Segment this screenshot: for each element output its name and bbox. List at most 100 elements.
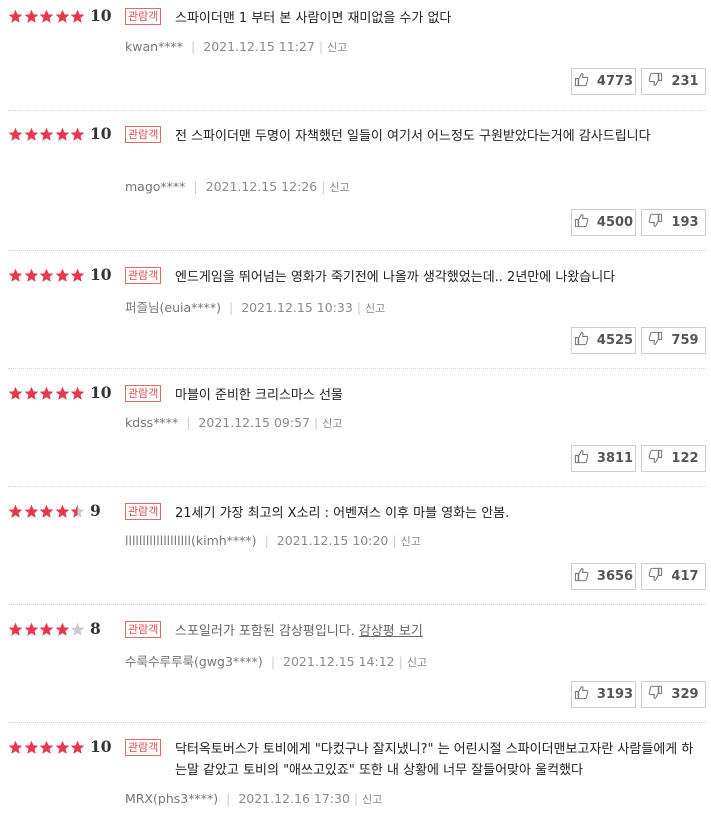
star-icon xyxy=(24,622,39,637)
report-link[interactable]: 신고 xyxy=(327,41,347,54)
star-icon xyxy=(24,268,39,283)
star-icon xyxy=(24,127,39,142)
star-icon xyxy=(55,622,70,637)
meta-divider: | xyxy=(318,39,324,54)
viewer-badge: 관람객 xyxy=(125,621,162,638)
review-date: 2021.12.15 11:27 xyxy=(203,39,315,54)
review-score: 10 xyxy=(90,6,112,25)
thumbs-up-icon xyxy=(574,72,597,91)
thumbs-up-icon xyxy=(574,685,597,704)
star-icon xyxy=(55,386,70,401)
star-icon xyxy=(70,127,85,142)
review-meta: 퍼즐님(euia****) | 2021.12.15 10:33 | 신고 xyxy=(125,297,385,316)
viewer-badge: 관람객 xyxy=(125,126,162,143)
dislike-button[interactable]: 759 xyxy=(641,327,706,354)
star-icon xyxy=(24,740,39,755)
report-link[interactable]: 신고 xyxy=(362,793,382,806)
review-divider xyxy=(8,486,706,487)
like-count: 4525 xyxy=(596,333,634,348)
review-meta: kwan**** | 2021.12.15 11:27 | 신고 xyxy=(125,39,347,55)
review-text: 닥터옥토버스가 토비에게 "다컸구나 잘지냈니?" 는 어린시절 스파이더맨보고… xyxy=(175,742,694,778)
report-link[interactable]: 신고 xyxy=(407,656,427,669)
review-score: 9 xyxy=(90,501,101,520)
meta-divider: | xyxy=(229,300,234,315)
thumbs-down-icon xyxy=(648,331,671,350)
star-rating xyxy=(8,126,86,142)
thumbs-up-icon xyxy=(574,213,597,232)
viewer-badge: 관람객 xyxy=(125,503,162,520)
review-user: kdss**** xyxy=(125,415,179,430)
star-icon xyxy=(8,740,23,755)
star-rating xyxy=(8,385,86,401)
vote-buttons: 3811 122 xyxy=(571,445,706,472)
like-button[interactable]: 4500 xyxy=(571,209,636,236)
star-rating xyxy=(8,503,86,519)
star-icon xyxy=(70,504,85,519)
review-divider xyxy=(8,368,706,369)
thumbs-up-icon xyxy=(574,567,597,586)
like-button[interactable]: 4525 xyxy=(571,327,636,354)
review-meta: kdss**** | 2021.12.15 09:57 | 신고 xyxy=(125,415,342,431)
review-score: 10 xyxy=(90,383,112,402)
meta-divider: | xyxy=(270,654,276,669)
like-count: 3656 xyxy=(596,569,634,584)
star-icon xyxy=(8,386,23,401)
star-icon xyxy=(24,386,39,401)
dislike-count: 193 xyxy=(671,215,699,230)
thumbs-up-icon xyxy=(574,331,597,350)
dislike-button[interactable]: 122 xyxy=(641,445,706,472)
like-button[interactable]: 3193 xyxy=(571,681,636,708)
review-divider xyxy=(8,604,706,605)
star-icon xyxy=(55,268,70,283)
star-icon xyxy=(39,386,54,401)
report-link[interactable]: 신고 xyxy=(322,417,342,430)
star-icon xyxy=(8,622,23,637)
review-meta: MRX(phs3****) | 2021.12.16 17:30 | 신고 xyxy=(125,791,382,807)
report-link[interactable]: 신고 xyxy=(401,535,421,548)
dislike-button[interactable]: 193 xyxy=(641,209,706,236)
like-button[interactable]: 3811 xyxy=(571,445,636,472)
review-text: 전 스파이더맨 두명이 자책했던 일들이 여기서 어느정도 구원받았다는거에 감… xyxy=(175,129,651,144)
dislike-button[interactable]: 231 xyxy=(641,68,706,95)
viewer-badge: 관람객 xyxy=(125,267,162,284)
review-score: 10 xyxy=(90,737,112,756)
star-icon xyxy=(39,504,54,519)
dislike-count: 329 xyxy=(671,687,699,702)
meta-divider: | xyxy=(392,533,397,548)
star-icon xyxy=(8,9,23,24)
meta-divider: | xyxy=(321,179,326,194)
viewer-badge: 관람객 xyxy=(125,385,162,402)
dislike-button[interactable]: 417 xyxy=(641,563,706,590)
like-count: 3811 xyxy=(596,451,634,466)
meta-divider: | xyxy=(398,654,403,669)
star-icon xyxy=(8,268,23,283)
star-icon xyxy=(39,268,54,283)
meta-divider: | xyxy=(186,415,191,430)
star-icon xyxy=(55,504,70,519)
star-icon xyxy=(8,127,23,142)
thumbs-down-icon xyxy=(648,685,671,704)
review-divider xyxy=(8,110,706,111)
review-date: 2021.12.15 14:12 xyxy=(283,654,395,669)
viewer-badge: 관람객 xyxy=(125,739,162,756)
star-icon xyxy=(70,740,85,755)
star-rating xyxy=(8,8,86,24)
meta-divider: | xyxy=(264,533,269,548)
star-icon xyxy=(70,386,85,401)
report-link[interactable]: 신고 xyxy=(329,181,349,194)
vote-buttons: 4525 759 xyxy=(571,327,706,354)
star-icon xyxy=(55,9,70,24)
like-button[interactable]: 3656 xyxy=(571,563,636,590)
star-icon xyxy=(39,622,54,637)
review-meta: 수룩수루루룩(gwg3****) | 2021.12.15 14:12 | 신고 xyxy=(125,651,427,670)
like-button[interactable]: 4773 xyxy=(571,68,636,95)
vote-buttons: 4500 193 xyxy=(571,209,706,236)
vote-buttons: 4773 231 xyxy=(571,68,706,95)
show-review-link[interactable]: 감상평 보기 xyxy=(359,624,423,639)
dislike-button[interactable]: 329 xyxy=(641,681,706,708)
meta-divider: | xyxy=(226,791,231,806)
thumbs-down-icon xyxy=(648,72,671,91)
review-divider xyxy=(8,722,706,723)
review-list: 10 관람객 스파이더맨 1 부터 본 사람이면 재미없을 수가 없다 kwan… xyxy=(0,0,711,816)
report-link[interactable]: 신고 xyxy=(365,302,385,315)
